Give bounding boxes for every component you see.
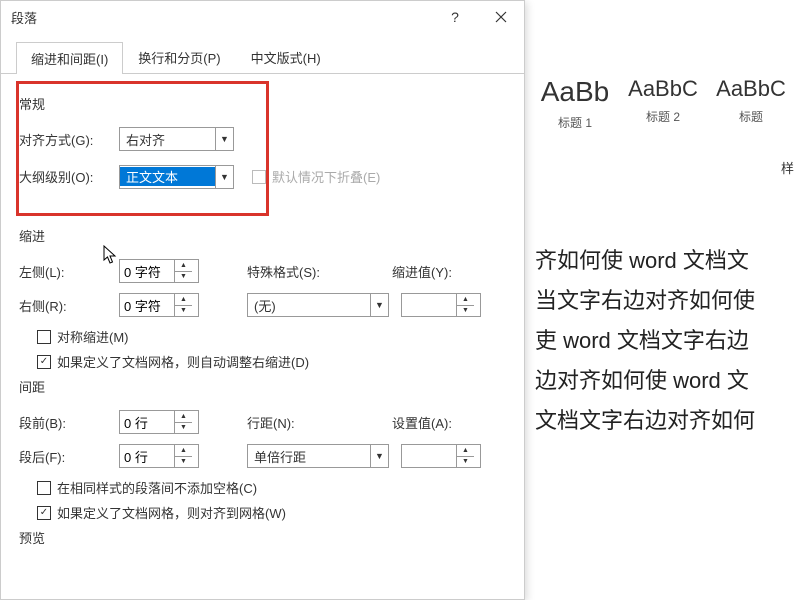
spinner-up-icon[interactable]: ▲ (175, 294, 192, 306)
special-label: 特殊格式(S): (247, 262, 337, 281)
section-spacing: 间距 (19, 377, 506, 396)
indent-right-input[interactable] (120, 298, 174, 313)
indent-value-input[interactable] (402, 298, 456, 313)
grid-adjust-label: 如果定义了文档网格，则自动调整右缩进(D) (57, 352, 309, 371)
collapsed-checkbox (252, 170, 266, 184)
spinner-down-icon[interactable]: ▼ (175, 272, 192, 283)
set-value-spinner[interactable]: ▲▼ (401, 444, 481, 468)
section-indent: 缩进 (19, 226, 506, 245)
snap-grid-checkbox[interactable]: ✓ (37, 506, 51, 520)
special-combo[interactable]: (无) ▼ (247, 293, 389, 317)
close-icon (495, 11, 507, 23)
styles-gallery: AaBb 标题 1 AaBbC 标题 2 AaBbC 标题 (535, 0, 800, 131)
line-spacing-combo[interactable]: 单倍行距 ▼ (247, 444, 389, 468)
mirror-indent-checkbox[interactable] (37, 330, 51, 344)
after-label: 段后(F): (19, 447, 119, 466)
paragraph-dialog: 段落 ? 缩进和间距(I) 换行和分页(P) 中文版式(H) 常规 对齐方式(G… (0, 0, 525, 600)
spinner-up-icon[interactable]: ▲ (457, 294, 474, 306)
spinner-down-icon[interactable]: ▼ (457, 306, 474, 317)
tab-pagination[interactable]: 换行和分页(P) (123, 41, 235, 73)
indent-left-input[interactable] (120, 264, 174, 279)
document-body-text: 齐如何使 word 文档文 当文字右边对齐如何使 吏 word 文档文字右边 边… (535, 241, 800, 441)
spinner-down-icon[interactable]: ▼ (175, 457, 192, 468)
indent-right-label: 右侧(R): (19, 296, 119, 315)
outline-combo[interactable]: 正文文本 ▼ (119, 165, 234, 189)
dialog-title: 段落 (11, 8, 432, 27)
close-button[interactable] (478, 1, 524, 33)
spinner-down-icon[interactable]: ▼ (175, 306, 192, 317)
chevron-down-icon: ▼ (215, 128, 233, 150)
section-general: 常规 (19, 94, 506, 113)
set-value-input[interactable] (402, 449, 456, 464)
dialog-titlebar: 段落 ? (1, 1, 524, 33)
line-spacing-label: 行距(N): (247, 413, 337, 432)
cursor-icon (103, 245, 119, 265)
tab-strip: 缩进和间距(I) 换行和分页(P) 中文版式(H) (1, 33, 524, 74)
styles-pane-button[interactable]: 样 (781, 158, 794, 177)
collapsed-label: 默认情况下折叠(E) (272, 167, 380, 186)
grid-adjust-checkbox[interactable]: ✓ (37, 355, 51, 369)
chevron-down-icon: ▼ (215, 166, 233, 188)
tab-asian[interactable]: 中文版式(H) (236, 41, 336, 73)
after-spinner[interactable]: ▲▼ (119, 444, 199, 468)
section-preview: 预览 (19, 528, 506, 547)
mirror-indent-label: 对称缩进(M) (57, 327, 129, 346)
indent-value-label: 缩进值(Y): (392, 262, 452, 281)
spinner-up-icon[interactable]: ▲ (175, 260, 192, 272)
alignment-combo[interactable]: 右对齐 ▼ (119, 127, 234, 151)
before-spinner[interactable]: ▲▼ (119, 410, 199, 434)
before-label: 段前(B): (19, 413, 119, 432)
indent-value-spinner[interactable]: ▲▼ (401, 293, 481, 317)
spinner-up-icon[interactable]: ▲ (457, 445, 474, 457)
spinner-up-icon[interactable]: ▲ (175, 445, 192, 457)
snap-grid-label: 如果定义了文档网格，则对齐到网格(W) (57, 503, 286, 522)
spinner-down-icon[interactable]: ▼ (457, 457, 474, 468)
spinner-up-icon[interactable]: ▲ (175, 411, 192, 423)
indent-right-spinner[interactable]: ▲▼ (119, 293, 199, 317)
indent-left-spinner[interactable]: ▲▼ (119, 259, 199, 283)
chevron-down-icon: ▼ (370, 445, 388, 467)
chevron-down-icon: ▼ (370, 294, 388, 316)
spinner-down-icon[interactable]: ▼ (175, 423, 192, 434)
tab-indent-spacing[interactable]: 缩进和间距(I) (16, 42, 123, 74)
alignment-label: 对齐方式(G): (19, 130, 119, 149)
word-background: AaBb 标题 1 AaBbC 标题 2 AaBbC 标题 样 齐如何使 wor… (525, 0, 800, 600)
style-title[interactable]: AaBbC 标题 (711, 76, 791, 131)
outline-label: 大纲级别(O): (19, 167, 119, 186)
after-input[interactable] (120, 449, 174, 464)
style-heading1[interactable]: AaBb 标题 1 (535, 76, 615, 131)
before-input[interactable] (120, 415, 174, 430)
set-value-label: 设置值(A): (392, 413, 452, 432)
nospace-checkbox[interactable] (37, 481, 51, 495)
help-button[interactable]: ? (432, 1, 478, 33)
nospace-label: 在相同样式的段落间不添加空格(C) (57, 478, 257, 497)
style-heading2[interactable]: AaBbC 标题 2 (623, 76, 703, 131)
